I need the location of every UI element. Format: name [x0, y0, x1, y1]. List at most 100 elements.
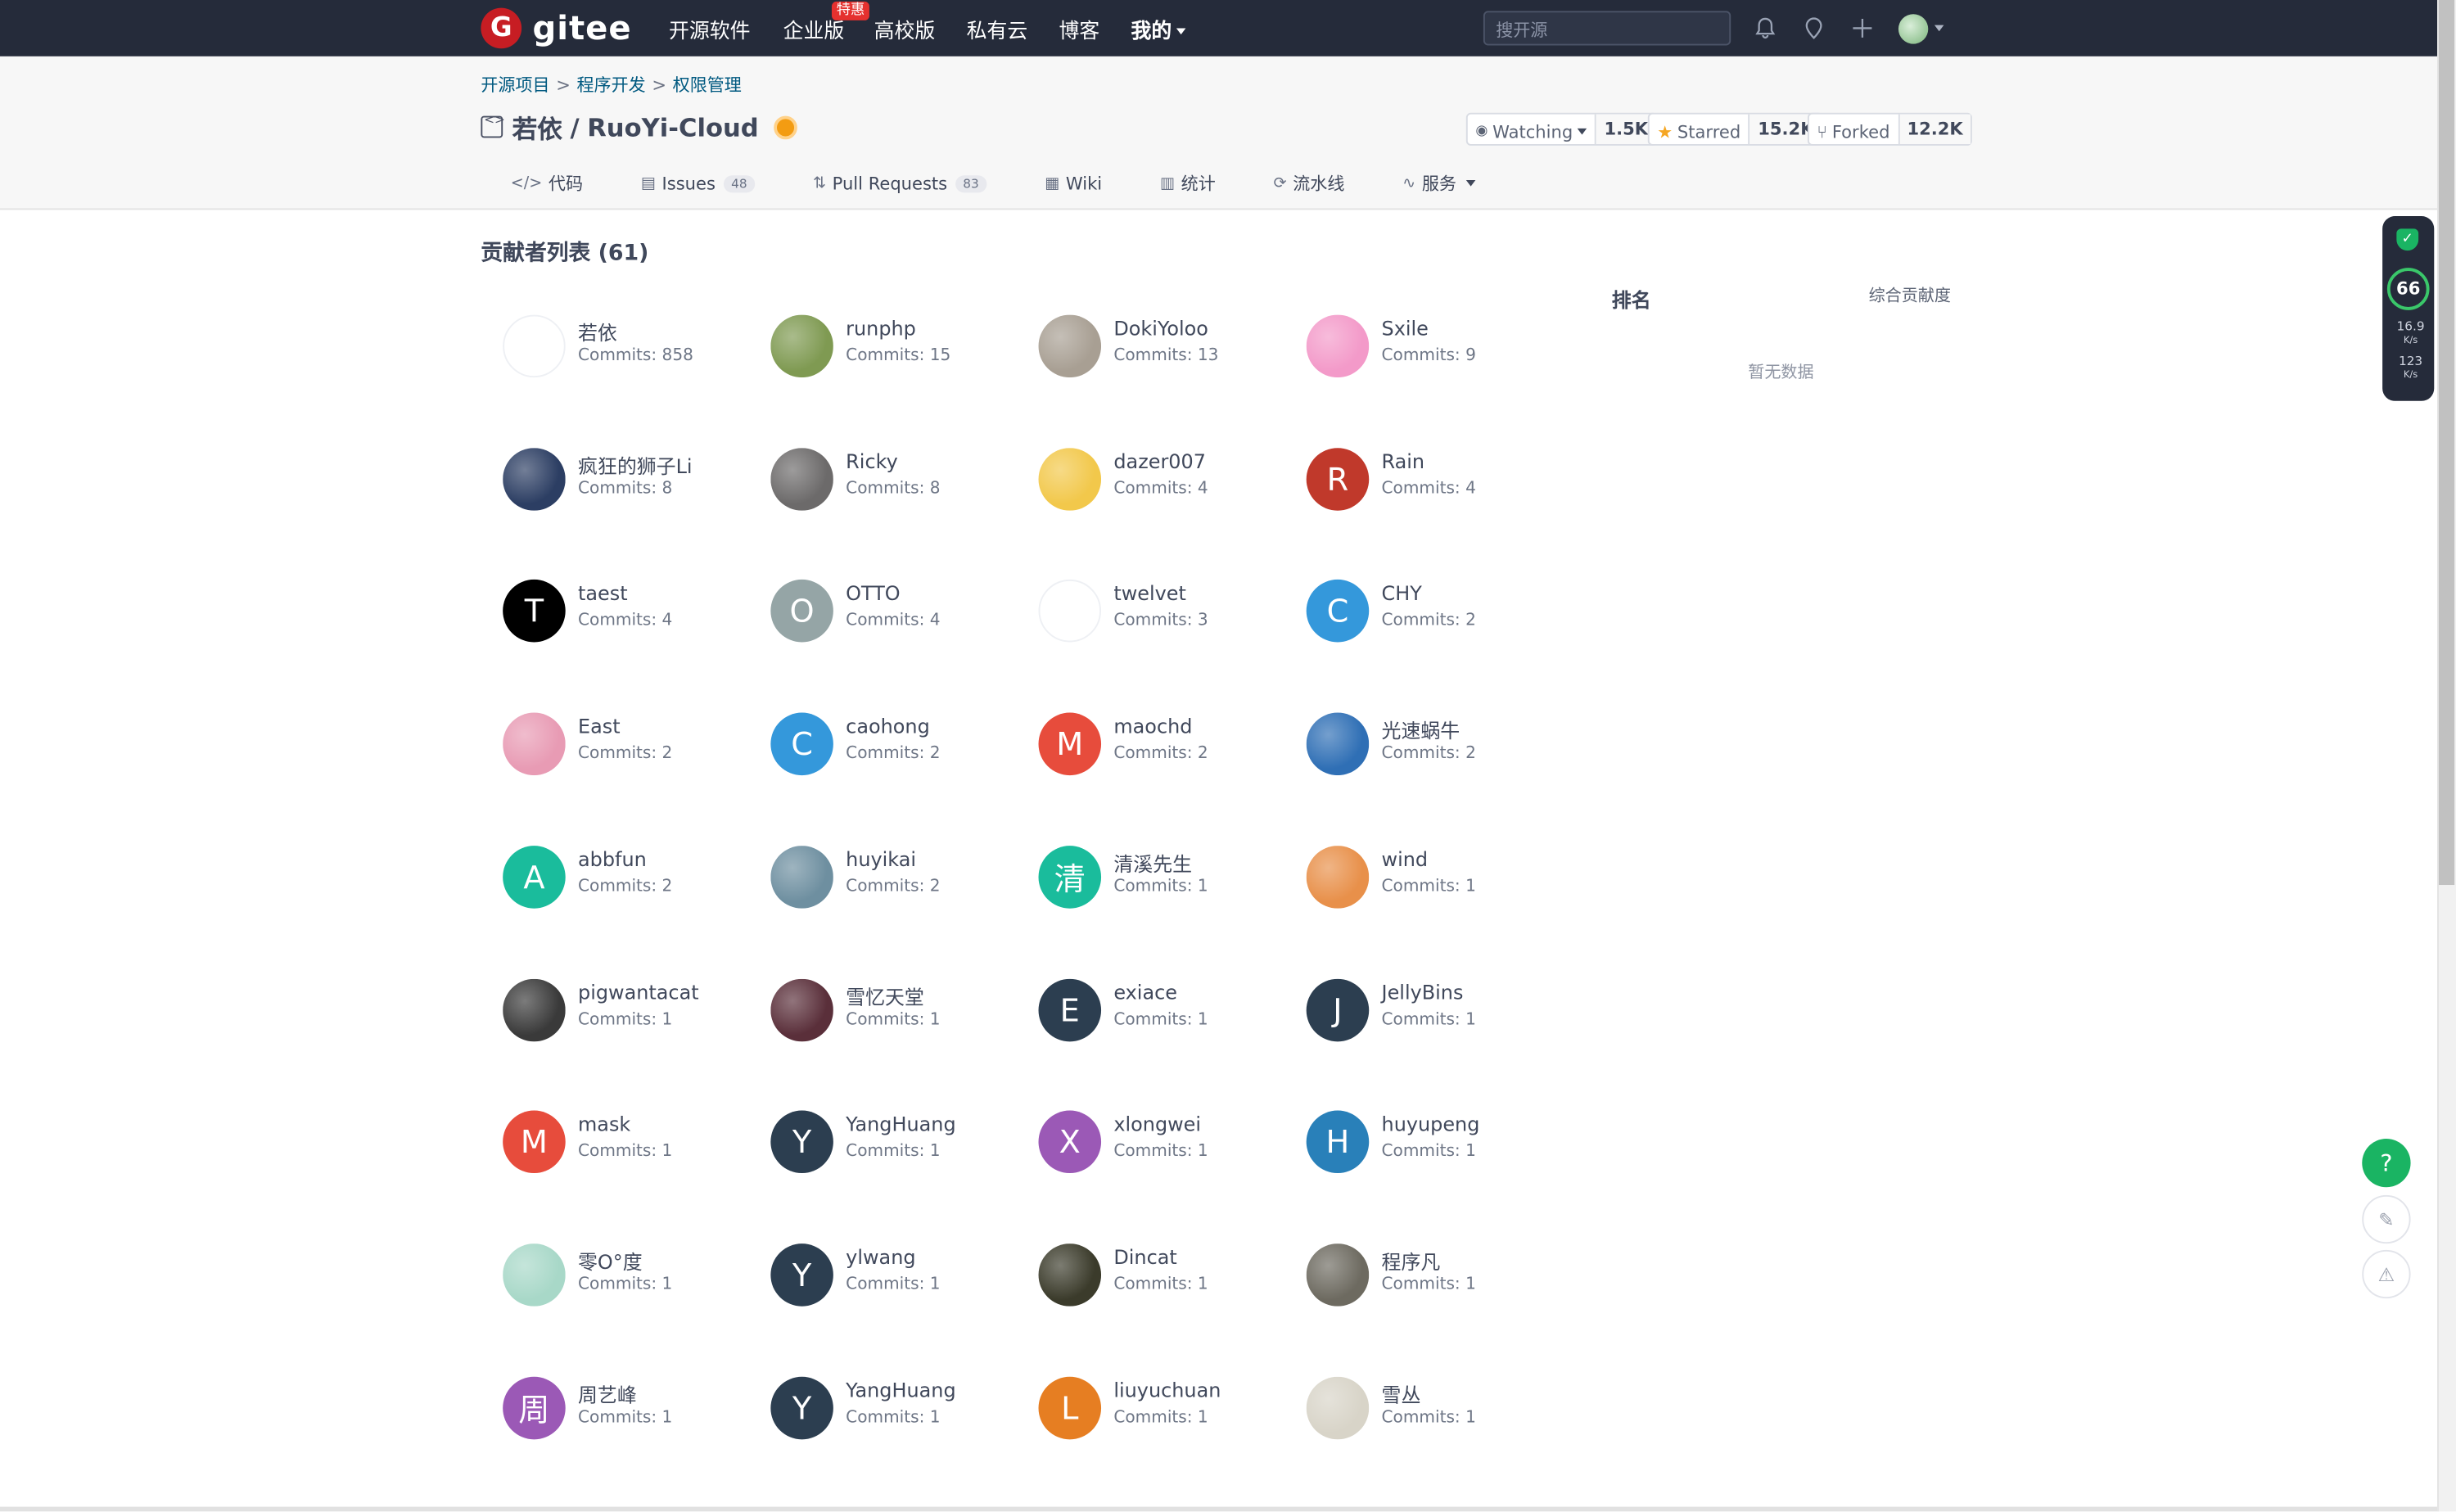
contributor-name[interactable]: 雪忆天堂: [846, 980, 924, 1009]
contributor-card[interactable]: 程序凡 Commits: 1: [1306, 1242, 1557, 1307]
contributor-card[interactable]: runphp Commits: 15: [770, 314, 1021, 379]
contributor-name[interactable]: mask: [578, 1113, 630, 1136]
star-button[interactable]: ★ Starred 15.2K: [1647, 112, 1823, 146]
search-input[interactable]: 搜开源: [1483, 11, 1731, 46]
contributor-avatar[interactable]: [1306, 314, 1370, 378]
contributor-name[interactable]: 雪丛: [1382, 1378, 1421, 1407]
contributor-name[interactable]: exiace: [1113, 980, 1177, 1004]
contributor-card[interactable]: wind Commits: 1: [1306, 844, 1557, 909]
contributor-name[interactable]: OTTO: [846, 582, 900, 606]
contributor-name[interactable]: 若依: [578, 316, 617, 345]
nav-link-mine[interactable]: 我的: [1131, 13, 1186, 43]
contributor-card[interactable]: Sxile Commits: 9: [1306, 314, 1557, 379]
contributor-card[interactable]: huyikai Commits: 2: [770, 844, 1021, 909]
contributor-card[interactable]: Mmaochd Commits: 2: [1038, 711, 1289, 777]
breadcrumb-item-dev[interactable]: 程序开发: [577, 72, 646, 97]
contributor-card[interactable]: R Rain Commits: 4: [1306, 446, 1557, 512]
contributor-avatar[interactable]: M: [503, 1110, 566, 1174]
contributor-avatar[interactable]: C: [770, 712, 833, 776]
contributor-name[interactable]: liuyuchuan: [1113, 1378, 1221, 1401]
fork-count[interactable]: 12.2K: [1898, 114, 1971, 145]
watch-count[interactable]: 1.5K: [1596, 114, 1656, 145]
contributor-name[interactable]: maochd: [1113, 715, 1192, 738]
contributor-name[interactable]: YangHuang: [846, 1113, 955, 1136]
contributor-avatar[interactable]: Y: [770, 1376, 833, 1439]
watch-button[interactable]: ◉ Watching 1.5K: [1465, 112, 1658, 146]
contributor-avatar[interactable]: [1306, 845, 1370, 909]
contributor-avatar[interactable]: A: [503, 845, 566, 909]
contributor-name[interactable]: caohong: [846, 715, 930, 738]
tab-stats[interactable]: ▥ 统计: [1160, 166, 1216, 201]
contributor-name[interactable]: 周艺峰: [578, 1378, 637, 1407]
contributor-card[interactable]: Aabbfun Commits: 2: [503, 844, 753, 909]
contributor-name[interactable]: 零O°度: [578, 1245, 643, 1275]
contributor-name[interactable]: xlongwei: [1113, 1113, 1201, 1136]
contributor-name[interactable]: ylwang: [846, 1245, 915, 1269]
contributor-card[interactable]: dazer007 Commits: 4: [1038, 446, 1289, 512]
contributor-avatar[interactable]: [1038, 1243, 1102, 1307]
contributor-card[interactable]: DokiYoloo Commits: 13: [1038, 314, 1289, 379]
breadcrumb-item-permission[interactable]: 权限管理: [673, 72, 742, 97]
speed-widget[interactable]: ✓ 66 16.9 K/s 123 K/s: [2382, 216, 2435, 401]
contributor-avatar[interactable]: 清: [1038, 845, 1102, 909]
contributor-name[interactable]: 清溪先生: [1113, 847, 1192, 877]
contributor-name[interactable]: Dincat: [1113, 1245, 1176, 1269]
nav-link-private-cloud[interactable]: 私有云: [967, 13, 1028, 43]
contributor-avatar[interactable]: Y: [770, 1110, 833, 1174]
nav-link-education[interactable]: 高校版: [874, 13, 936, 43]
contributor-avatar[interactable]: J: [1306, 977, 1370, 1041]
contributor-avatar[interactable]: [1306, 712, 1370, 776]
contributor-card[interactable]: Eexiace Commits: 1: [1038, 977, 1289, 1042]
contributor-avatar[interactable]: [1038, 447, 1102, 511]
contributor-card[interactable]: 周周艺峰 Commits: 1: [503, 1374, 753, 1440]
tab-issues[interactable]: ▤ Issues 48: [641, 166, 756, 201]
contributor-card[interactable]: Y YangHuang Commits: 1: [770, 1374, 1021, 1440]
contributor-name[interactable]: pigwantacat: [578, 980, 699, 1004]
gitee-logo[interactable]: G gitee: [481, 7, 631, 49]
nav-link-open-source[interactable]: 开源软件: [669, 13, 751, 43]
contributor-avatar[interactable]: R: [1306, 447, 1370, 511]
contributor-avatar[interactable]: E: [1038, 977, 1102, 1041]
contributor-name[interactable]: 程序凡: [1382, 1245, 1441, 1275]
contributor-card[interactable]: pigwantacat Commits: 1: [503, 977, 753, 1042]
contributor-avatar[interactable]: [503, 314, 566, 378]
contributor-avatar[interactable]: [770, 845, 833, 909]
scrollbar-thumb[interactable]: [2439, 0, 2455, 886]
contributor-card[interactable]: Lliuyuchuan Commits: 1: [1038, 1374, 1289, 1440]
contributor-name[interactable]: Rain: [1382, 449, 1425, 473]
contributor-card[interactable]: 清清溪先生 Commits: 1: [1038, 844, 1289, 909]
contributor-name[interactable]: East: [578, 715, 621, 738]
tab-wiki[interactable]: ▦ Wiki: [1045, 166, 1102, 201]
contributor-card[interactable]: 雪丛 Commits: 1: [1306, 1374, 1557, 1440]
help-button[interactable]: ?: [2362, 1138, 2411, 1188]
contributor-name[interactable]: YangHuang: [846, 1378, 955, 1401]
contributor-name[interactable]: abbfun: [578, 847, 647, 871]
contributor-avatar[interactable]: [770, 977, 833, 1041]
contributor-avatar[interactable]: [1038, 580, 1102, 643]
tab-pipeline[interactable]: ⟳ 流水线: [1274, 166, 1345, 201]
contributor-avatar[interactable]: H: [1306, 1110, 1370, 1174]
contributor-name[interactable]: wind: [1382, 847, 1429, 871]
contributor-name[interactable]: twelvet: [1113, 582, 1186, 606]
nav-link-blog[interactable]: 博客: [1059, 13, 1100, 43]
contributor-avatar[interactable]: L: [1038, 1376, 1102, 1439]
fork-button[interactable]: ⑂ Forked 12.2K: [1807, 112, 1973, 146]
contributor-avatar[interactable]: [1306, 1243, 1370, 1307]
contributor-name[interactable]: runphp: [846, 316, 916, 340]
contributor-card[interactable]: 若依 Commits: 858: [503, 314, 753, 379]
contributor-name[interactable]: huyikai: [846, 847, 916, 871]
contributor-avatar[interactable]: [770, 447, 833, 511]
feedback-button[interactable]: ✎: [2362, 1194, 2411, 1244]
contributor-name[interactable]: huyupeng: [1382, 1113, 1480, 1136]
contributor-card[interactable]: 零O°度 Commits: 1: [503, 1242, 753, 1307]
user-avatar[interactable]: [1898, 14, 1929, 44]
contributor-avatar[interactable]: T: [503, 580, 566, 643]
tab-code[interactable]: </> 代码: [511, 166, 583, 201]
contributor-name[interactable]: 疯狂的狮子Li: [578, 449, 693, 479]
contributor-card[interactable]: 雪忆天堂 Commits: 1: [770, 977, 1021, 1042]
contributor-avatar[interactable]: [503, 712, 566, 776]
contributor-card[interactable]: Hhuyupeng Commits: 1: [1306, 1109, 1557, 1175]
contributor-name[interactable]: taest: [578, 582, 628, 606]
contributor-avatar[interactable]: [503, 447, 566, 511]
contributor-card[interactable]: O OTTO Commits: 4: [770, 579, 1021, 644]
